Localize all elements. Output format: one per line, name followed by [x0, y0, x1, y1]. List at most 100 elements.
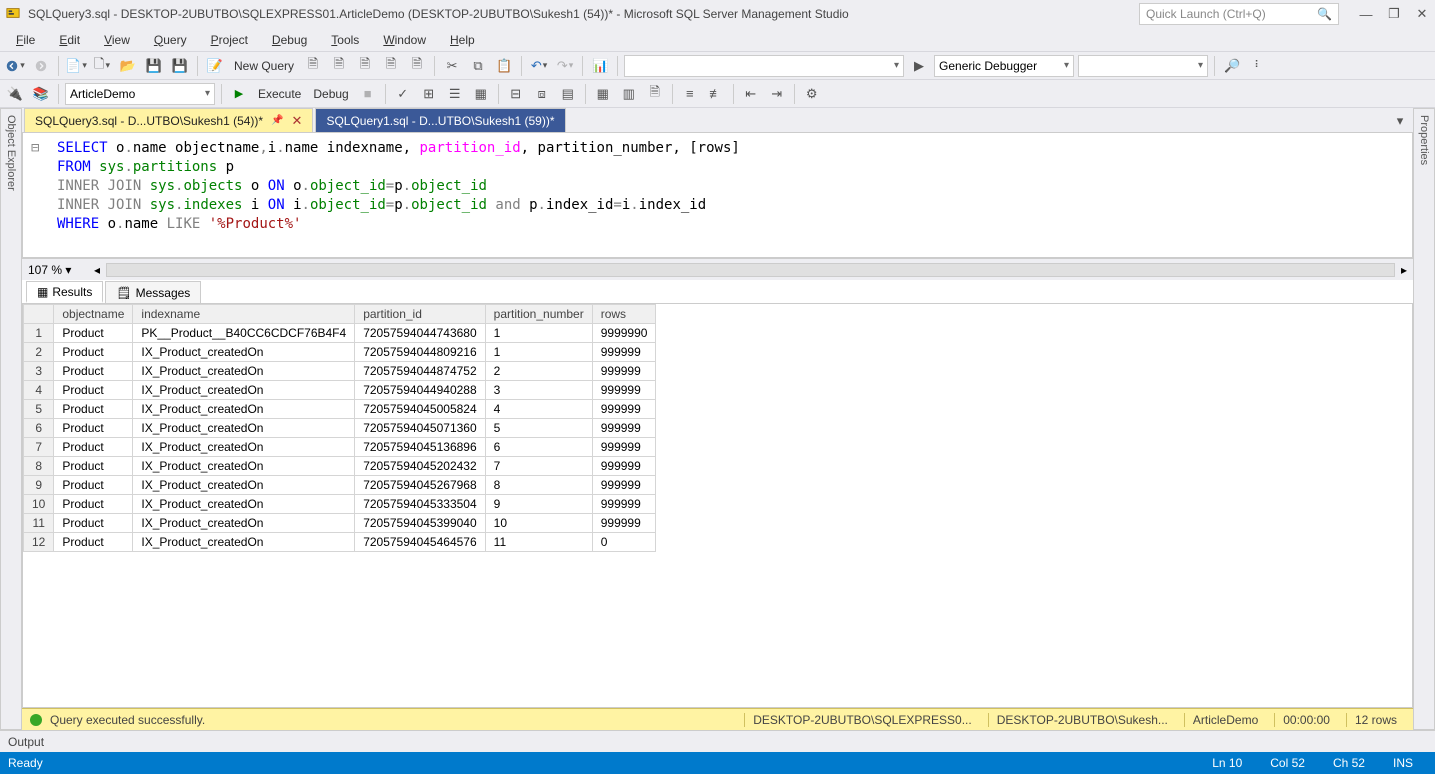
horizontal-scrollbar[interactable] — [106, 263, 1395, 277]
include-actual-plan-button[interactable]: ⊟ — [505, 83, 527, 105]
messages-tab[interactable]: 🗒 Messages — [105, 281, 201, 303]
cell[interactable]: 72057594045399040 — [355, 514, 485, 533]
cell[interactable]: 9 — [485, 495, 592, 514]
cell[interactable]: 72057594045005824 — [355, 400, 485, 419]
column-header[interactable]: partition_id — [355, 305, 485, 324]
table-row[interactable]: 12ProductIX_Product_createdOn72057594045… — [24, 533, 656, 552]
cell[interactable]: 2 — [485, 362, 592, 381]
pin-icon[interactable]: 📌 — [271, 115, 283, 126]
cell[interactable]: IX_Product_createdOn — [133, 419, 355, 438]
cell[interactable]: 0 — [592, 533, 656, 552]
cell[interactable]: 8 — [485, 476, 592, 495]
results-text-button[interactable]: ▥ — [618, 83, 640, 105]
table-row[interactable]: 11ProductIX_Product_createdOn72057594045… — [24, 514, 656, 533]
row-number[interactable]: 1 — [24, 324, 54, 343]
nav-fwd-button[interactable] — [30, 55, 52, 77]
cell[interactable]: 999999 — [592, 419, 656, 438]
close-button[interactable]: ✕ — [1415, 7, 1429, 21]
cell[interactable]: IX_Product_createdOn — [133, 476, 355, 495]
quick-launch-input[interactable]: Quick Launch (Ctrl+Q) 🔍 — [1139, 3, 1339, 25]
tab-overflow-icon[interactable]: ▾ — [1389, 110, 1411, 132]
table-row[interactable]: 7ProductIX_Product_createdOn720575940451… — [24, 438, 656, 457]
cell[interactable]: Product — [54, 495, 133, 514]
row-number[interactable]: 4 — [24, 381, 54, 400]
cell[interactable]: 11 — [485, 533, 592, 552]
row-number[interactable]: 2 — [24, 343, 54, 362]
cell[interactable]: 72057594045464576 — [355, 533, 485, 552]
cell[interactable]: PK__Product__B40CC6CDCF76B4F4 — [133, 324, 355, 343]
row-number[interactable]: 10 — [24, 495, 54, 514]
cell[interactable]: IX_Product_createdOn — [133, 495, 355, 514]
new-item-button[interactable]: 🗋▾ — [91, 55, 113, 77]
cell[interactable]: 72057594045136896 — [355, 438, 485, 457]
change-connection-button[interactable]: 🔌 — [4, 83, 26, 105]
cell[interactable]: Product — [54, 457, 133, 476]
cell[interactable]: IX_Product_createdOn — [133, 438, 355, 457]
cell[interactable]: 72057594045071360 — [355, 419, 485, 438]
script-mdx-button[interactable]: 🗎 — [328, 55, 350, 77]
table-row[interactable]: 4ProductIX_Product_createdOn720575940449… — [24, 381, 656, 400]
cell[interactable]: 999999 — [592, 438, 656, 457]
results-grid-button[interactable]: ▦ — [592, 83, 614, 105]
cell[interactable]: Product — [54, 438, 133, 457]
row-number[interactable]: 11 — [24, 514, 54, 533]
properties-tab[interactable]: Properties — [1413, 108, 1435, 730]
execute-button[interactable]: Execute — [254, 85, 305, 103]
cell[interactable]: IX_Product_createdOn — [133, 343, 355, 362]
platform-select[interactable]: ▾ — [1078, 55, 1208, 77]
open-file-button[interactable]: 📂 — [117, 55, 139, 77]
menu-view[interactable]: View — [94, 31, 140, 49]
table-row[interactable]: 6ProductIX_Product_createdOn720575940450… — [24, 419, 656, 438]
minimize-button[interactable]: — — [1359, 7, 1373, 21]
script-dmx-button[interactable]: 🗎 — [354, 55, 376, 77]
uncomment-button[interactable]: ≢ — [705, 83, 727, 105]
tab-sqlquery1[interactable]: SQLQuery1.sql - D...UTBO\Sukesh1 (59))* — [315, 108, 565, 132]
cell[interactable]: 999999 — [592, 457, 656, 476]
debug-button[interactable]: Debug — [309, 85, 352, 103]
debug-target-select[interactable]: Generic Debugger ▾ — [934, 55, 1074, 77]
cell[interactable]: IX_Product_createdOn — [133, 362, 355, 381]
row-number[interactable]: 6 — [24, 419, 54, 438]
cell[interactable]: 3 — [485, 381, 592, 400]
intellisense-button[interactable]: ▦ — [470, 83, 492, 105]
cell[interactable]: 10 — [485, 514, 592, 533]
cell[interactable]: IX_Product_createdOn — [133, 514, 355, 533]
tab-sqlquery3[interactable]: SQLQuery3.sql - D...UTBO\Sukesh1 (54))* … — [24, 108, 313, 132]
live-stats-button[interactable]: ⧈ — [531, 83, 553, 105]
menu-help[interactable]: Help — [440, 31, 485, 49]
solution-config-select[interactable]: ▾ — [624, 55, 904, 77]
paste-button[interactable]: 📋 — [493, 55, 515, 77]
cell[interactable]: Product — [54, 514, 133, 533]
database-select[interactable]: ArticleDemo ▾ — [65, 83, 215, 105]
object-explorer-tab[interactable]: Object Explorer — [0, 108, 22, 730]
cell[interactable]: 72057594044809216 — [355, 343, 485, 362]
cell[interactable]: 5 — [485, 419, 592, 438]
undo-button[interactable]: ↶▾ — [528, 55, 550, 77]
new-project-button[interactable]: 📄▾ — [65, 55, 87, 77]
row-number[interactable]: 9 — [24, 476, 54, 495]
menu-query[interactable]: Query — [144, 31, 197, 49]
menu-window[interactable]: Window — [373, 31, 436, 49]
output-panel-header[interactable]: Output — [0, 730, 1435, 752]
close-tab-icon[interactable]: ✕ — [292, 113, 303, 129]
cell[interactable]: 999999 — [592, 495, 656, 514]
cell[interactable]: Product — [54, 381, 133, 400]
display-plan-button[interactable]: ⊞ — [418, 83, 440, 105]
cell[interactable]: 72057594044940288 — [355, 381, 485, 400]
stop-button[interactable]: ■ — [357, 83, 379, 105]
query-options-button[interactable]: ☰ — [444, 83, 466, 105]
increase-indent-button[interactable]: ⇥ — [766, 83, 788, 105]
cell[interactable]: 999999 — [592, 381, 656, 400]
cell[interactable]: 72057594044743680 — [355, 324, 485, 343]
zoom-level-select[interactable]: 107 % ▾ — [28, 263, 88, 277]
save-button[interactable]: 💾 — [143, 55, 165, 77]
table-row[interactable]: 1ProductPK__Product__B40CC6CDCF76B4F4720… — [24, 324, 656, 343]
decrease-indent-button[interactable]: ⇤ — [740, 83, 762, 105]
cell[interactable]: 1 — [485, 324, 592, 343]
find-button[interactable]: 🔎 — [1221, 55, 1243, 77]
menu-file[interactable]: File — [6, 31, 45, 49]
cell[interactable]: Product — [54, 343, 133, 362]
cell[interactable]: 999999 — [592, 476, 656, 495]
comment-button[interactable]: ≡ — [679, 83, 701, 105]
cell[interactable]: Product — [54, 419, 133, 438]
